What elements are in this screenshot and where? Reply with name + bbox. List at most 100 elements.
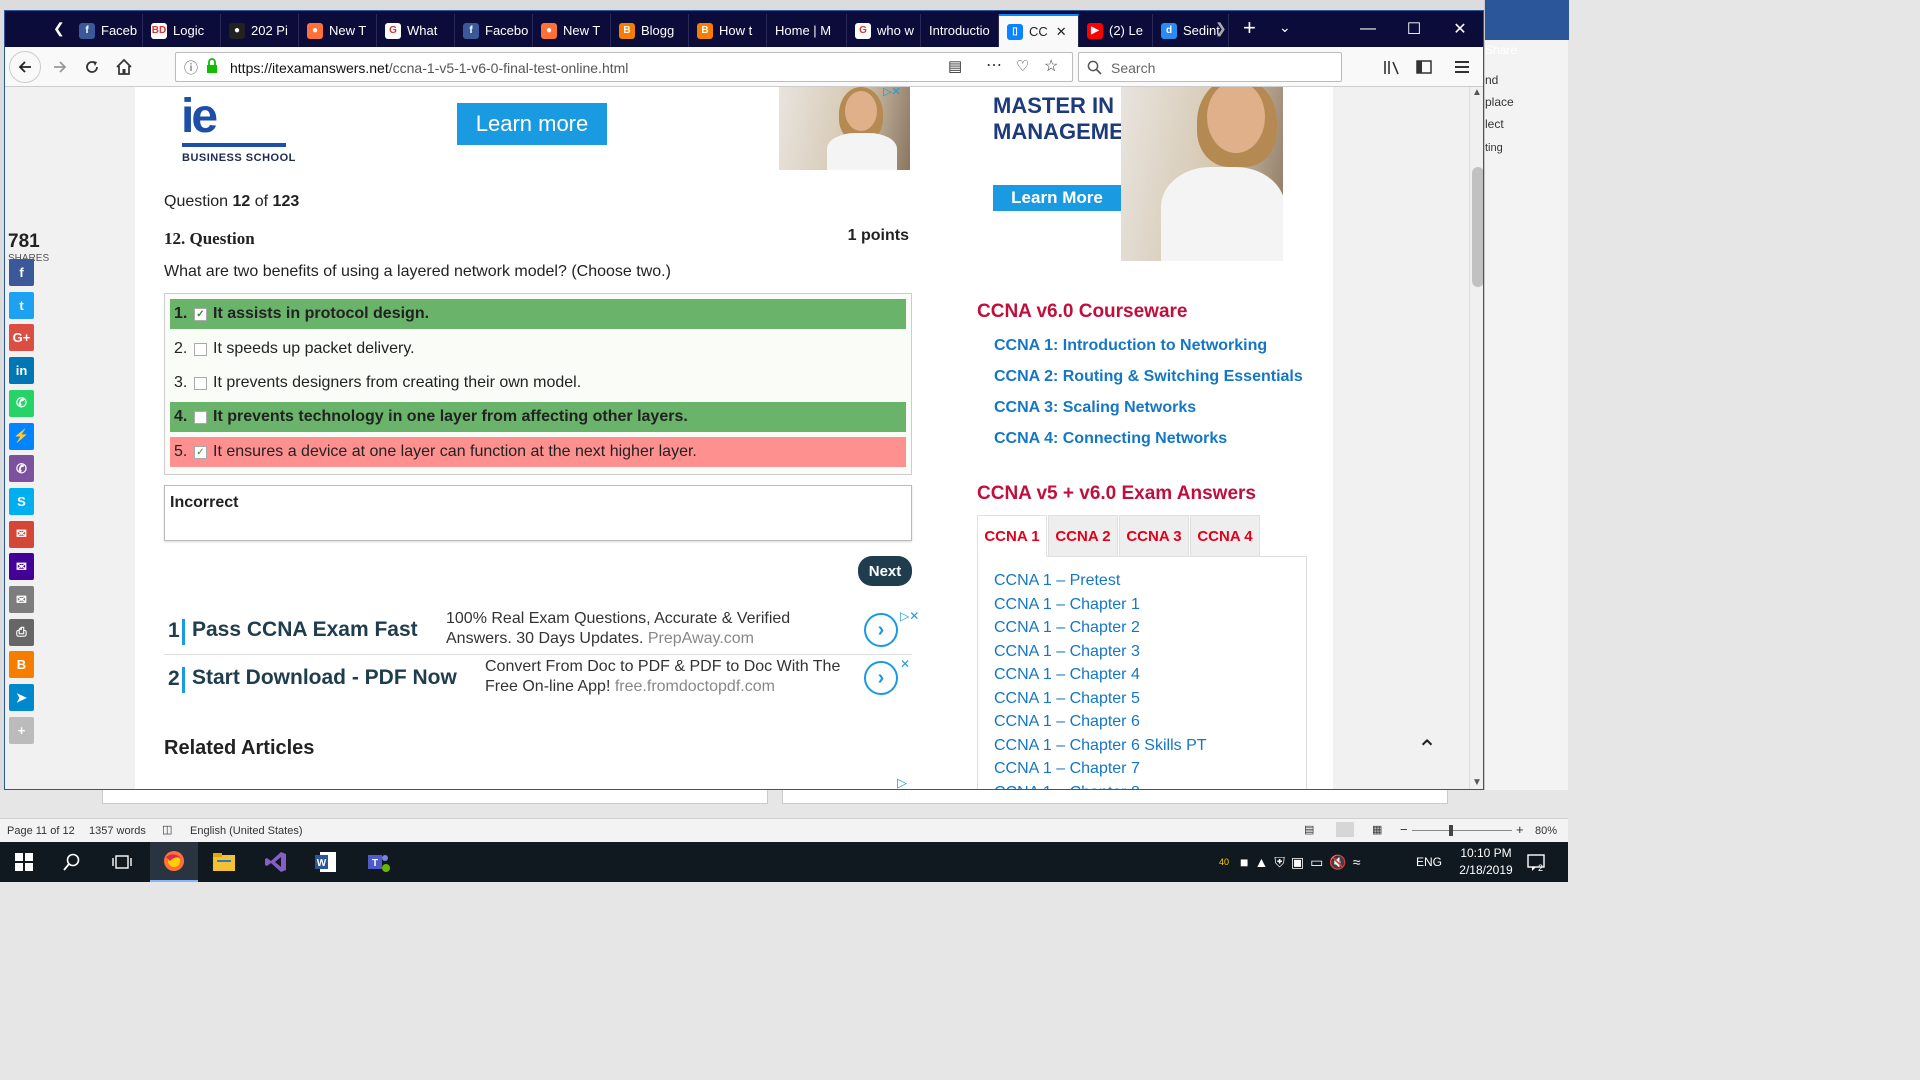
wifi-icon[interactable]: ≈: [1353, 854, 1361, 870]
tray-icons[interactable]: ■ ▲ ⛨ ▣ ▭ 🔇 ≈: [1240, 842, 1360, 882]
answer-option[interactable]: 1. ✓ It assists in protocol design.: [170, 299, 906, 329]
tab-7[interactable]: ● New T: [533, 14, 611, 47]
courseware-link[interactable]: CCNA 3: Scaling Networks: [994, 399, 1196, 417]
page-indicator[interactable]: Page 11 of 12: [7, 825, 75, 837]
chapter-link[interactable]: CCNA 1 – Chapter 3: [994, 643, 1140, 661]
tray-app-icon[interactable]: ■: [1240, 854, 1248, 870]
reader-view-icon[interactable]: ▤: [948, 57, 962, 75]
tab-ccna-1[interactable]: CCNA 1: [977, 515, 1047, 557]
share-button-email[interactable]: ✉: [9, 586, 34, 613]
tab-5[interactable]: G What: [377, 14, 455, 47]
ad-go-button[interactable]: ›: [864, 613, 898, 647]
tab-scroll-left[interactable]: [45, 14, 53, 47]
tab-8[interactable]: B Blogg: [611, 14, 689, 47]
adchoices-icon[interactable]: ▷: [897, 775, 907, 789]
answer-option[interactable]: 5. ✓ It ensures a device at one layer can …: [170, 437, 906, 467]
tab-14[interactable]: ▶ (2) Le: [1079, 14, 1153, 47]
zoom-out-button[interactable]: −: [1400, 822, 1408, 837]
tab-12[interactable]: Introductio: [921, 14, 999, 47]
share-button-facebook[interactable]: f: [9, 259, 34, 286]
zoom-in-button[interactable]: +: [1516, 822, 1524, 837]
chapter-link[interactable]: CCNA 1 – Chapter 6: [994, 713, 1140, 731]
answer-checkbox[interactable]: ✓: [194, 445, 207, 459]
tab-11[interactable]: Gwho w: [847, 14, 921, 47]
taskbar-teams[interactable]: T: [354, 842, 402, 882]
search-button[interactable]: [48, 842, 96, 882]
share-button-linkedin[interactable]: in: [9, 357, 34, 385]
chapter-link[interactable]: CCNA 1 – Chapter 2: [994, 619, 1140, 637]
start-button[interactable]: [0, 842, 48, 882]
taskbar-file-explorer[interactable]: [200, 842, 248, 882]
tab-9[interactable]: B How t: [689, 14, 767, 47]
language-indicator[interactable]: English (United States): [190, 825, 303, 837]
answer-checkbox[interactable]: [194, 376, 207, 390]
chapter-link[interactable]: CCNA 1 – Chapter 7: [994, 760, 1140, 778]
tab-ccna-4[interactable]: CCNA 4: [1190, 515, 1260, 557]
info-icon[interactable]: ⓘ: [184, 58, 198, 78]
text-ad[interactable]: 2 Start Download - PDF Now Convert From …: [164, 657, 912, 703]
share-button-twitter[interactable]: t: [9, 291, 34, 319]
tray-badge[interactable]: 40: [1219, 842, 1229, 882]
tab-3[interactable]: ● 202 Pi: [221, 14, 299, 47]
tab-scroll-right-icon[interactable]: ❯: [1215, 20, 1227, 37]
web-layout-icon[interactable]: ▦: [1372, 823, 1382, 836]
pocket-icon[interactable]: ♡: [1016, 57, 1029, 75]
share-button-print[interactable]: ⎙: [9, 618, 34, 646]
reload-button[interactable]: [77, 53, 107, 81]
lock-icon[interactable]: [206, 58, 218, 77]
sidebar-ad-learn-more[interactable]: Learn More: [993, 185, 1121, 211]
share-button-skype[interactable]: S: [9, 487, 34, 515]
close-window-button[interactable]: ✕: [1437, 11, 1483, 47]
ad-title[interactable]: Start Download - PDF Now: [192, 666, 457, 690]
chapter-link[interactable]: CCNA 1 – Chapter 5: [994, 690, 1140, 708]
word-ribbon-item[interactable]: nd: [1485, 73, 1498, 87]
zoom-level[interactable]: 80%: [1535, 825, 1557, 837]
courseware-link[interactable]: CCNA 4: Connecting Networks: [994, 430, 1227, 448]
word-ribbon-item[interactable]: place: [1485, 95, 1514, 109]
share-button-viber[interactable]: ✆: [9, 455, 34, 483]
chapter-link[interactable]: CCNA 1 – Chapter 1: [994, 596, 1140, 614]
word-ribbon-item[interactable]: lect: [1485, 117, 1504, 131]
action-center-button[interactable]: 2: [1526, 842, 1546, 882]
tab-scroll-left-icon[interactable]: ❮: [53, 20, 65, 37]
share-button-messenger[interactable]: ⚡: [9, 422, 34, 450]
tray-app-icon[interactable]: ▲: [1254, 854, 1268, 870]
taskbar-visual-studio[interactable]: [252, 842, 300, 882]
maximize-button[interactable]: ☐: [1391, 11, 1437, 47]
back-button[interactable]: [9, 51, 41, 83]
clock[interactable]: 10:10 PM 2/18/2019: [1452, 842, 1520, 882]
courseware-link[interactable]: CCNA 1: Introduction to Networking: [994, 337, 1267, 355]
minimize-button[interactable]: —: [1345, 11, 1391, 47]
search-bar[interactable]: Search: [1078, 52, 1342, 82]
share-button-google-plus[interactable]: G+: [9, 324, 34, 352]
share-button-blogger[interactable]: B: [9, 651, 34, 679]
chapter-link[interactable]: CCNA 1 – Pretest: [994, 572, 1120, 590]
tab-13[interactable]: ▯ CC ✕: [999, 14, 1079, 47]
tab-ccna-3[interactable]: CCNA 3: [1119, 515, 1189, 557]
sidebar-button[interactable]: [1409, 53, 1439, 81]
taskbar-firefox[interactable]: [150, 842, 198, 882]
forward-button[interactable]: [45, 53, 75, 81]
ad-close-icon[interactable]: ▷✕: [900, 609, 919, 623]
adchoices-icon[interactable]: ▷✕: [883, 87, 901, 98]
tab-10[interactable]: Home | M: [767, 14, 847, 47]
answer-option[interactable]: 4. It prevents technology in one layer fr…: [170, 402, 906, 432]
scroll-down-arrow[interactable]: ▼: [1472, 777, 1482, 788]
scroll-to-top-button[interactable]: ⌃: [1405, 727, 1449, 771]
page-actions-icon[interactable]: ⋯: [986, 55, 1002, 75]
share-button-yahoo-mail[interactable]: ✉: [9, 553, 34, 581]
read-mode-icon[interactable]: ▤: [1304, 823, 1314, 836]
ad-learn-more-button[interactable]: Learn more: [457, 103, 607, 145]
chapter-link[interactable]: CCNA 1 – Chapter 8: [994, 784, 1140, 790]
page-scrollbar[interactable]: ▲ ▼: [1469, 87, 1483, 789]
next-question-button[interactable]: Next: [858, 556, 912, 586]
word-count[interactable]: 1357 words: [89, 825, 146, 837]
task-view-button[interactable]: [98, 842, 146, 882]
share-button-gmail[interactable]: ✉: [9, 520, 34, 548]
answer-checkbox[interactable]: [194, 342, 207, 356]
ad-title[interactable]: Pass CCNA Exam Fast: [192, 618, 418, 642]
zoom-slider[interactable]: [1412, 830, 1512, 831]
scroll-up-arrow[interactable]: ▲: [1472, 87, 1482, 98]
tab-2[interactable]: BD Logic: [143, 14, 221, 47]
answer-checkbox[interactable]: [194, 410, 207, 424]
